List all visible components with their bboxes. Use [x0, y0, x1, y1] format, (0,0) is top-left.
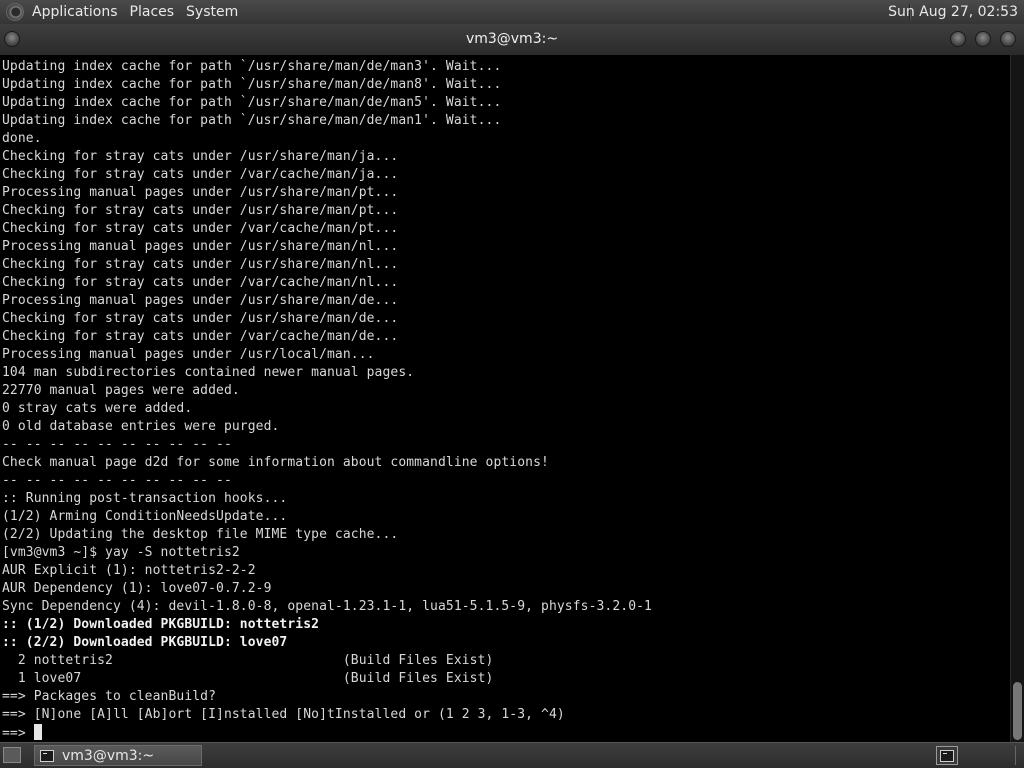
terminal-line: Processing manual pages under /usr/share…	[2, 293, 399, 308]
terminal-prompt-line[interactable]: ==>	[2, 724, 652, 742]
terminal-line: Checking for stray cats under /usr/share…	[2, 257, 399, 272]
window-title-bar[interactable]: vm3@vm3:~	[0, 24, 1024, 55]
terminal-line: Checking for stray cats under /usr/share…	[2, 149, 399, 164]
terminal-prompt: ==>	[2, 726, 34, 741]
terminal-line: :: (2/2) Downloaded PKGBUILD: love07	[2, 635, 288, 650]
maximize-button[interactable]	[975, 31, 991, 47]
terminal-line: 2 nottetris2 (Build Files Exist)	[2, 653, 494, 668]
terminal-line: Checking for stray cats under /usr/share…	[2, 203, 399, 218]
terminal-line: :: (1/2) Downloaded PKGBUILD: nottetris2	[2, 617, 320, 632]
terminal-line: 22770 manual pages were added.	[2, 383, 240, 398]
terminal-lines: Updating index cache for path `/usr/shar…	[2, 58, 652, 742]
terminal-line: Processing manual pages under /usr/local…	[2, 347, 375, 362]
terminal-line: Updating index cache for path `/usr/shar…	[2, 113, 502, 128]
close-button[interactable]	[1000, 31, 1016, 47]
terminal-line: Check manual page d2d for some informati…	[2, 455, 549, 470]
taskbar-item-label: vm3@vm3:~	[62, 747, 155, 764]
top-panel: Applications Places System Sun Aug 27, 0…	[0, 0, 1024, 24]
workspace-switcher[interactable]	[936, 746, 958, 765]
terminal-line: 0 old database entries were purged.	[2, 419, 280, 434]
terminal-line: AUR Explicit (1): nottetris2-2-2	[2, 563, 256, 578]
terminal-icon	[40, 749, 54, 762]
terminal-scrollbar[interactable]	[1010, 55, 1024, 742]
terminal-line: Processing manual pages under /usr/share…	[2, 185, 399, 200]
terminal-cursor	[33, 724, 42, 740]
terminal-line: -- -- -- -- -- -- -- -- -- --	[2, 437, 232, 452]
terminal-line: Checking for stray cats under /var/cache…	[2, 167, 399, 182]
terminal-line: Updating index cache for path `/usr/shar…	[2, 95, 502, 110]
taskbar-terminal-button[interactable]: vm3@vm3:~	[34, 745, 202, 766]
terminal-line: 1 love07 (Build Files Exist)	[2, 671, 494, 686]
panel-separator	[1015, 746, 1016, 765]
terminal-line: AUR Dependency (1): love07-0.7.2-9	[2, 581, 272, 596]
terminal-line: Sync Dependency (4): devil-1.8.0-8, open…	[2, 599, 652, 614]
terminal-line: done.	[2, 131, 42, 146]
terminal-line: -- -- -- -- -- -- -- -- -- --	[2, 473, 232, 488]
terminal-line: Updating index cache for path `/usr/shar…	[2, 77, 502, 92]
terminal-line: (2/2) Updating the desktop file MIME typ…	[2, 527, 399, 542]
clock[interactable]: Sun Aug 27, 02:53	[888, 0, 1018, 24]
window-title: vm3@vm3:~	[465, 31, 559, 47]
terminal-line: Checking for stray cats under /var/cache…	[2, 329, 399, 344]
terminal-line: Checking for stray cats under /var/cache…	[2, 275, 399, 290]
distro-logo-icon[interactable]	[6, 3, 24, 21]
terminal-line: Updating index cache for path `/usr/shar…	[2, 59, 502, 74]
show-desktop-icon[interactable]	[3, 747, 21, 763]
system-menu[interactable]: System	[180, 0, 244, 24]
workspace-terminal-icon	[940, 749, 954, 762]
terminal-output[interactable]: Updating index cache for path `/usr/shar…	[0, 55, 1010, 742]
places-menu[interactable]: Places	[124, 0, 181, 24]
terminal-line: Checking for stray cats under /usr/share…	[2, 311, 399, 326]
terminal-line: ==> [N]one [A]ll [Ab]ort [I]nstalled [No…	[2, 707, 565, 722]
terminal-line: [vm3@vm3 ~]$ yay -S nottetris2	[2, 545, 240, 560]
scrollbar-thumb[interactable]	[1013, 682, 1022, 740]
terminal-line: :: Running post-transaction hooks...	[2, 491, 288, 506]
terminal-line: 104 man subdirectories contained newer m…	[2, 365, 415, 380]
applications-menu[interactable]: Applications	[26, 0, 124, 24]
terminal-line: Processing manual pages under /usr/share…	[2, 239, 399, 254]
terminal-line: ==> Packages to cleanBuild?	[2, 689, 217, 704]
terminal-line: Checking for stray cats under /var/cache…	[2, 221, 399, 236]
terminal-line: (1/2) Arming ConditionNeedsUpdate...	[2, 509, 288, 524]
terminal-line: 0 stray cats were added.	[2, 401, 193, 416]
bottom-panel: vm3@vm3:~	[0, 742, 1024, 768]
minimize-button[interactable]	[950, 31, 966, 47]
